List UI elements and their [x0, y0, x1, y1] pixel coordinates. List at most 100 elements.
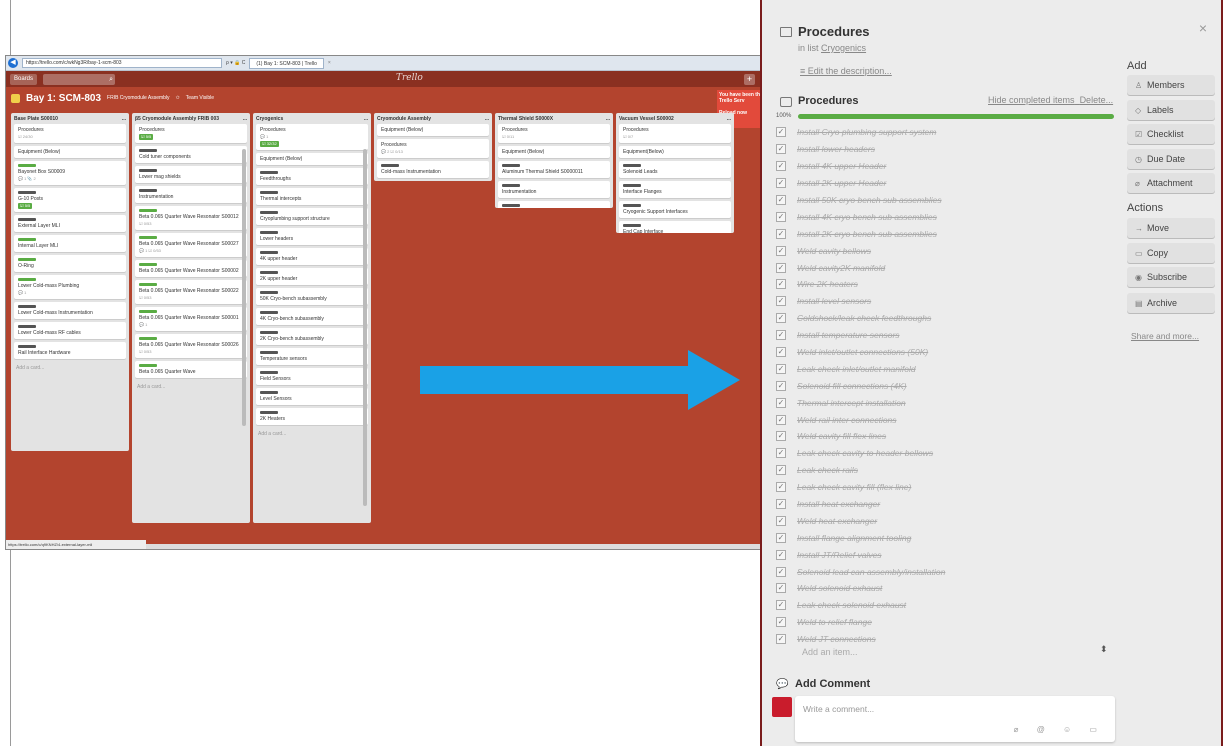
card[interactable]: Thermal intercepts — [498, 201, 610, 208]
checklist-item[interactable]: ✓ Weld cavity fill flex lines — [776, 428, 1116, 445]
board-org[interactable]: FRIB Cryomodule Assembly — [107, 95, 170, 101]
checkbox[interactable]: ✓ — [776, 262, 786, 273]
checklist-item-text[interactable]: Weld solenoid exhaust — [797, 583, 882, 593]
checklist-item[interactable]: ✓ Install Cryo plumbing support system — [776, 124, 1116, 141]
checklist-item-text[interactable]: Weld heat exchanger — [797, 516, 877, 526]
comment-input[interactable]: Write a comment... — [803, 704, 874, 714]
card[interactable]: Rail Interface Hardware — [14, 342, 126, 359]
checklist-item-text[interactable]: Wire 2K heaters — [797, 279, 858, 289]
list-header[interactable]: Cryomodule Assembly... — [377, 115, 489, 124]
checklist-item[interactable]: ✓ Install 4K upper Header — [776, 158, 1116, 175]
card[interactable]: Procedures 💬 2 ☑ 0/13 — [377, 139, 489, 158]
labels-button[interactable]: ◇ Labels — [1127, 99, 1215, 120]
checkbox[interactable]: ✓ — [776, 583, 786, 594]
checklist-item[interactable]: ✓ Weld to relief flange — [776, 614, 1116, 631]
delete-checklist-link[interactable]: Delete... — [1080, 95, 1114, 105]
card-title[interactable]: Procedures — [798, 24, 870, 39]
card[interactable]: 2K Heaters — [256, 408, 368, 425]
resize-handle-icon[interactable]: ⬍ — [1100, 644, 1108, 655]
checkbox[interactable]: ✓ — [776, 532, 786, 543]
card[interactable]: 2K upper header — [256, 268, 368, 285]
card[interactable]: Internal Layer MLI — [14, 235, 126, 252]
attachment-button[interactable]: ⌀ Attachment — [1127, 173, 1215, 193]
card[interactable]: Beta 0.065 Quarter Wave Resonator S00027… — [135, 233, 247, 257]
list-menu-icon[interactable]: ... — [727, 115, 731, 124]
checkbox[interactable]: ✓ — [776, 549, 786, 560]
card[interactable]: Interface Flanges — [619, 181, 731, 198]
checklist-title[interactable]: Procedures — [798, 95, 859, 107]
checkbox[interactable]: ✓ — [776, 347, 786, 358]
avatar[interactable] — [772, 697, 792, 717]
card[interactable]: Beta 0.065 Quarter Wave Resonator S00012… — [135, 206, 247, 230]
checkbox[interactable]: ✓ — [776, 617, 786, 628]
checklist-item[interactable]: ✓ Thermal intercept installation — [776, 394, 1116, 411]
list-header[interactable]: Thermal Shield S0000X... — [498, 115, 610, 124]
card[interactable]: Thermal intercepts — [256, 188, 368, 205]
list-title[interactable]: Thermal Shield S0000X — [498, 115, 553, 124]
trello-logo[interactable]: Trello — [396, 73, 423, 83]
card[interactable]: Cold tuner components — [135, 146, 247, 163]
checkbox[interactable]: ✓ — [776, 127, 786, 138]
edit-description-link[interactable]: ≡ Edit the description... — [800, 66, 892, 76]
card[interactable]: G-10 Posts ☑ 5/5 — [14, 188, 126, 212]
members-button[interactable]: ♙ Members — [1127, 75, 1215, 95]
card[interactable]: Cryogenic Support Interfaces — [619, 201, 731, 218]
checklist-item-text[interactable]: Weld JT connections — [797, 634, 876, 644]
card[interactable]: Level Sensors — [256, 388, 368, 405]
checklist-item[interactable]: ✓ Install 50K cryo bench sub assemblies — [776, 192, 1116, 209]
card[interactable]: Lower mag shields — [135, 166, 247, 183]
card[interactable]: 50K Cryo-bench subassembly — [256, 288, 368, 305]
checklist-item[interactable]: ✓ Install flange alignment tooling — [776, 529, 1116, 546]
card[interactable]: 4K Cryo-bench subassembly — [256, 308, 368, 325]
checklist-item-text[interactable]: Install 4K cryo bench sub assemblies — [797, 212, 937, 222]
checklist-item-text[interactable]: Solenoid lead can assembly/installation — [797, 567, 945, 577]
checklist-item[interactable]: ✓ Weld cavity2K manifold — [776, 259, 1116, 276]
checklist-item[interactable]: ✓ Leak check rails — [776, 462, 1116, 479]
checklist-item-text[interactable]: Weld cavity bellows — [797, 246, 871, 256]
checklist-item[interactable]: ✓ Install temperature sensors — [776, 327, 1116, 344]
checkbox[interactable]: ✓ — [776, 178, 786, 189]
checkbox[interactable]: ✓ — [776, 313, 786, 324]
checkbox[interactable]: ✓ — [776, 195, 786, 205]
card[interactable]: Instrumentation — [135, 186, 247, 203]
checklist-item[interactable]: ✓ Weld JT connections — [776, 631, 1116, 648]
checklist-item-text[interactable]: Solenoid fill connections (4K) — [797, 381, 907, 391]
comment-box[interactable]: Write a comment... ⌀ @ ☺ ▭ — [795, 696, 1115, 742]
add-card-link[interactable]: Add a card... — [14, 362, 126, 374]
checkbox[interactable]: ✓ — [776, 448, 786, 459]
list-title[interactable]: β5 Cryomodule Assembly FRIB 003 — [135, 115, 219, 124]
checklist-item[interactable]: ✓ Install heat exchanger — [776, 496, 1116, 513]
card[interactable]: Temperature sensors — [256, 348, 368, 365]
due-date-button[interactable]: ◷ Due Date — [1127, 148, 1215, 169]
share-and-more-link[interactable]: Share and more... — [1131, 331, 1199, 341]
checklist-item-text[interactable]: Leak check cavity fill (flex line) — [797, 482, 911, 492]
checkbox[interactable]: ✓ — [776, 414, 786, 425]
checklist-item[interactable]: ✓ Wire 2K heaters — [776, 276, 1116, 293]
checklist-item[interactable]: ✓ Install 2K cryo bench sub assemblies — [776, 225, 1116, 242]
checkbox[interactable]: ✓ — [776, 363, 786, 374]
card[interactable]: O-Ring — [14, 255, 126, 272]
checklist-item-text[interactable]: Thermal intercept installation — [797, 398, 906, 408]
add-card-link[interactable]: Add a card... — [256, 428, 368, 440]
card[interactable]: Feedthroughs — [256, 168, 368, 185]
checkbox[interactable]: ✓ — [776, 228, 786, 239]
checkbox[interactable]: ✓ — [776, 296, 786, 307]
card[interactable]: Beta 0.065 Quarter Wave — [135, 361, 247, 378]
checkbox[interactable]: ✓ — [776, 279, 786, 290]
checklist-item-text[interactable]: Install 2K upper Header — [797, 178, 886, 188]
card[interactable]: Cold-mass Instrumentation — [377, 161, 489, 178]
list-menu-icon[interactable]: ... — [606, 115, 610, 124]
card[interactable]: Cryoplumbing support structure — [256, 208, 368, 225]
checkbox[interactable]: ✓ — [776, 634, 786, 645]
vertical-scrollbar[interactable] — [363, 149, 367, 506]
card[interactable]: Lower headers — [256, 228, 368, 245]
checkbox[interactable]: ✓ — [776, 330, 786, 341]
card[interactable]: Beta 0.065 Quarter Wave Resonator S00002 — [135, 260, 247, 277]
address-tools[interactable]: ρ ▾ 🔒 C — [226, 60, 245, 66]
list-header[interactable]: Base Plate S00010... — [14, 115, 126, 124]
checkbox[interactable]: ✓ — [776, 465, 786, 476]
card[interactable]: Procedures ☑ 24/30 — [14, 124, 126, 143]
board-title[interactable]: Bay 1: SCM-803 — [26, 93, 101, 104]
checklist-item[interactable]: ✓ Leak check cavity fill (flex line) — [776, 479, 1116, 496]
card[interactable]: Equipment (Below) — [498, 146, 610, 158]
